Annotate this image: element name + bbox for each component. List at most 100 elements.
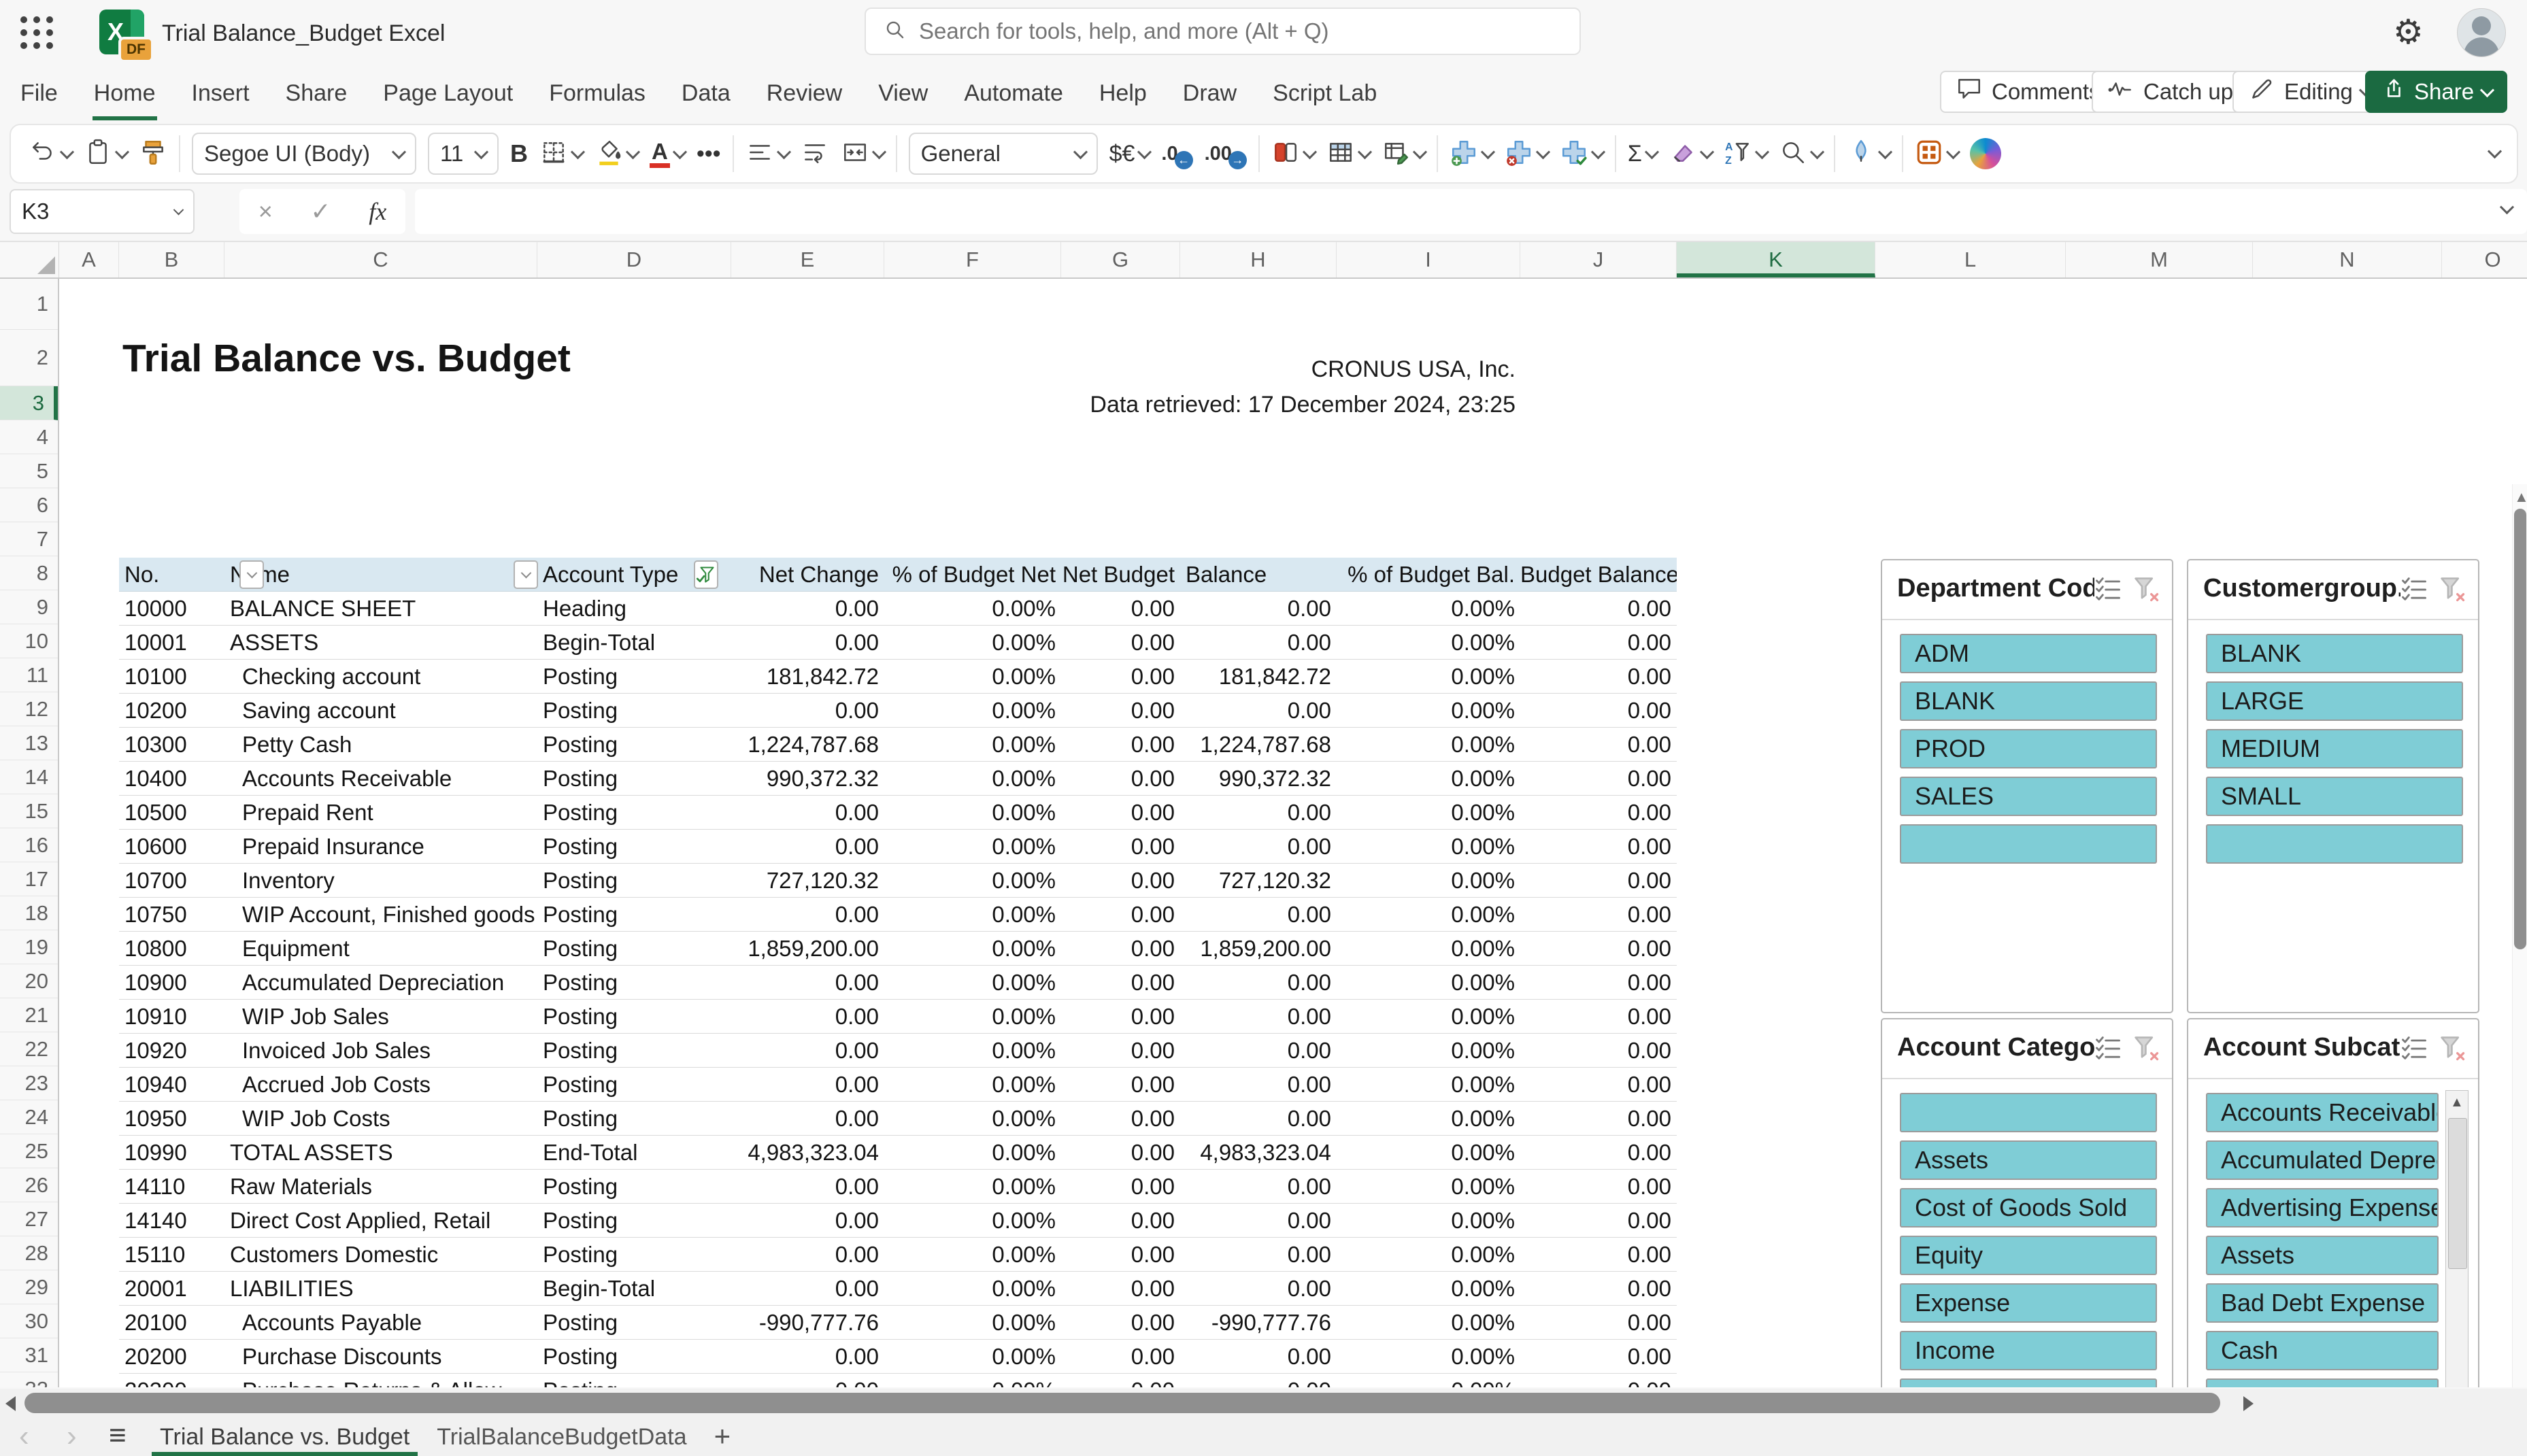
multi-select-icon[interactable] [2093, 574, 2123, 607]
cell[interactable]: 0.00% [884, 592, 1061, 625]
slicer-item-blank[interactable] [1900, 824, 2157, 864]
multi-select-icon[interactable] [2399, 1033, 2429, 1066]
cell[interactable]: Posting [537, 1068, 731, 1101]
menu-item-help[interactable]: Help [1098, 67, 1148, 120]
cell[interactable]: 0.00 [1061, 932, 1180, 965]
cell[interactable]: Posting [537, 1340, 731, 1373]
cell[interactable]: Purchase Discounts [224, 1340, 537, 1373]
scroll-left-icon[interactable] [5, 1396, 16, 1411]
cell[interactable]: 0.00% [884, 1068, 1061, 1101]
slicer-item-medium[interactable]: MEDIUM [2206, 729, 2463, 768]
menu-item-home[interactable]: Home [93, 67, 157, 120]
excel-app-icon[interactable]: X DF [99, 10, 154, 63]
cell[interactable]: Posting [537, 1102, 731, 1135]
cell[interactable]: 727,120.32 [1180, 864, 1337, 897]
cell[interactable]: 0.00 [731, 1102, 884, 1135]
slicer-item-blank[interactable]: BLANK [1900, 681, 2157, 721]
cell[interactable]: 0.00% [884, 898, 1061, 931]
enter-icon[interactable]: ✓ [310, 197, 331, 226]
cell[interactable]: -990,777.76 [731, 1306, 884, 1339]
cell[interactable]: 0.00 [1061, 1102, 1180, 1135]
cell[interactable]: 0.00% [1337, 864, 1520, 897]
cell[interactable]: 0.00 [1520, 796, 1677, 829]
cell[interactable]: 0.00 [731, 1170, 884, 1203]
cell[interactable]: Posting [537, 1204, 731, 1237]
multi-select-icon[interactable] [2399, 574, 2429, 607]
cell[interactable]: 0.00% [1337, 830, 1520, 863]
insert-cells-button[interactable] [1450, 138, 1496, 170]
cell[interactable]: 0.00 [1061, 1170, 1180, 1203]
cell[interactable]: Posting [537, 762, 731, 795]
clear-filter-icon[interactable] [2131, 574, 2161, 607]
cell[interactable]: 0.00% [1337, 1306, 1520, 1339]
cell[interactable]: 0.00% [1337, 1272, 1520, 1305]
cell[interactable]: 0.00% [1337, 796, 1520, 829]
cell[interactable]: 0.00% [884, 660, 1061, 693]
cell[interactable]: 0.00 [1061, 694, 1180, 727]
cell[interactable]: Begin-Total [537, 626, 731, 659]
sheet-tab-trialbalancebudgetdata[interactable]: TrialBalanceBudgetData [423, 1419, 700, 1456]
slicer-item-small[interactable]: SMALL [2206, 777, 2463, 816]
font-name-select[interactable]: Segoe UI (Body) [192, 133, 416, 175]
row-header-6[interactable]: 6 [0, 488, 58, 522]
row-header-17[interactable]: 17 [0, 862, 58, 896]
paste-button[interactable] [84, 138, 130, 170]
cell[interactable]: 0.00% [1337, 898, 1520, 931]
cell[interactable]: 0.00 [1520, 1238, 1677, 1271]
sort-filter-button[interactable]: AZ [1724, 138, 1770, 170]
scroll-up-icon[interactable]: ▲ [2514, 488, 2527, 506]
settings-gear-icon[interactable]: ⚙ [2393, 14, 2424, 50]
menu-item-script-lab[interactable]: Script Lab [1271, 67, 1378, 120]
bold-button[interactable]: B [510, 139, 528, 168]
cell[interactable]: 0.00 [1520, 830, 1677, 863]
cell[interactable]: 0.00% [1337, 1238, 1520, 1271]
slicer-item-accounts-receivable[interactable]: Accounts Receivable [2206, 1093, 2439, 1132]
cell[interactable]: 0.00 [731, 1068, 884, 1101]
column-header-J[interactable]: J [1520, 242, 1677, 277]
cell[interactable]: Accounts Payable [224, 1306, 537, 1339]
row-header-8[interactable]: 8 [0, 556, 58, 590]
cell[interactable]: 0.00 [731, 1374, 884, 1387]
row-header-9[interactable]: 9 [0, 590, 58, 624]
cell[interactable]: 10990 [119, 1136, 224, 1169]
cell[interactable]: TOTAL ASSETS [224, 1136, 537, 1169]
cell[interactable]: 0.00 [731, 1204, 884, 1237]
row-header-1[interactable]: 1 [0, 279, 58, 330]
cell[interactable]: 10750 [119, 898, 224, 931]
menu-item-data[interactable]: Data [680, 67, 732, 120]
search-box[interactable] [865, 7, 1581, 55]
name-box[interactable]: K3 [10, 189, 195, 234]
cell[interactable]: 0.00% [884, 864, 1061, 897]
delete-cells-button[interactable] [1505, 138, 1551, 170]
menu-item-automate[interactable]: Automate [963, 67, 1065, 120]
cell[interactable]: 0.00 [1180, 592, 1337, 625]
cell[interactable]: 0.00 [731, 1272, 884, 1305]
row-header-21[interactable]: 21 [0, 998, 58, 1032]
cell[interactable]: 0.00 [1061, 660, 1180, 693]
cell[interactable]: 0.00 [1061, 1068, 1180, 1101]
cell[interactable]: 0.00 [1061, 762, 1180, 795]
cell[interactable]: 0.00% [884, 1374, 1061, 1387]
column-header-E[interactable]: E [731, 242, 884, 277]
cell[interactable]: 10950 [119, 1102, 224, 1135]
cell[interactable]: 0.00 [1180, 796, 1337, 829]
row-header-28[interactable]: 28 [0, 1236, 58, 1270]
cell[interactable]: Posting [537, 1170, 731, 1203]
cell[interactable]: Accumulated Depreciation [224, 966, 537, 999]
row-header-23[interactable]: 23 [0, 1066, 58, 1100]
share-button[interactable]: Share [2365, 71, 2508, 113]
cell[interactable]: 0.00% [1337, 592, 1520, 625]
row-header-16[interactable]: 16 [0, 828, 58, 862]
filter-no-button[interactable] [239, 560, 264, 589]
font-size-select[interactable]: 11 [428, 133, 499, 175]
cell[interactable]: 1,224,787.68 [731, 728, 884, 761]
slicer-item-blank[interactable]: BLANK [2206, 634, 2463, 673]
cell[interactable]: 0.00% [884, 830, 1061, 863]
slicer-item-adm[interactable]: ADM [1900, 634, 2157, 673]
cell[interactable]: 10001 [119, 626, 224, 659]
multi-select-icon[interactable] [2093, 1033, 2123, 1066]
fill-color-button[interactable] [595, 138, 641, 170]
wrap-text-button[interactable] [801, 138, 829, 170]
cell[interactable]: Prepaid Rent [224, 796, 537, 829]
cell[interactable]: Posting [537, 694, 731, 727]
